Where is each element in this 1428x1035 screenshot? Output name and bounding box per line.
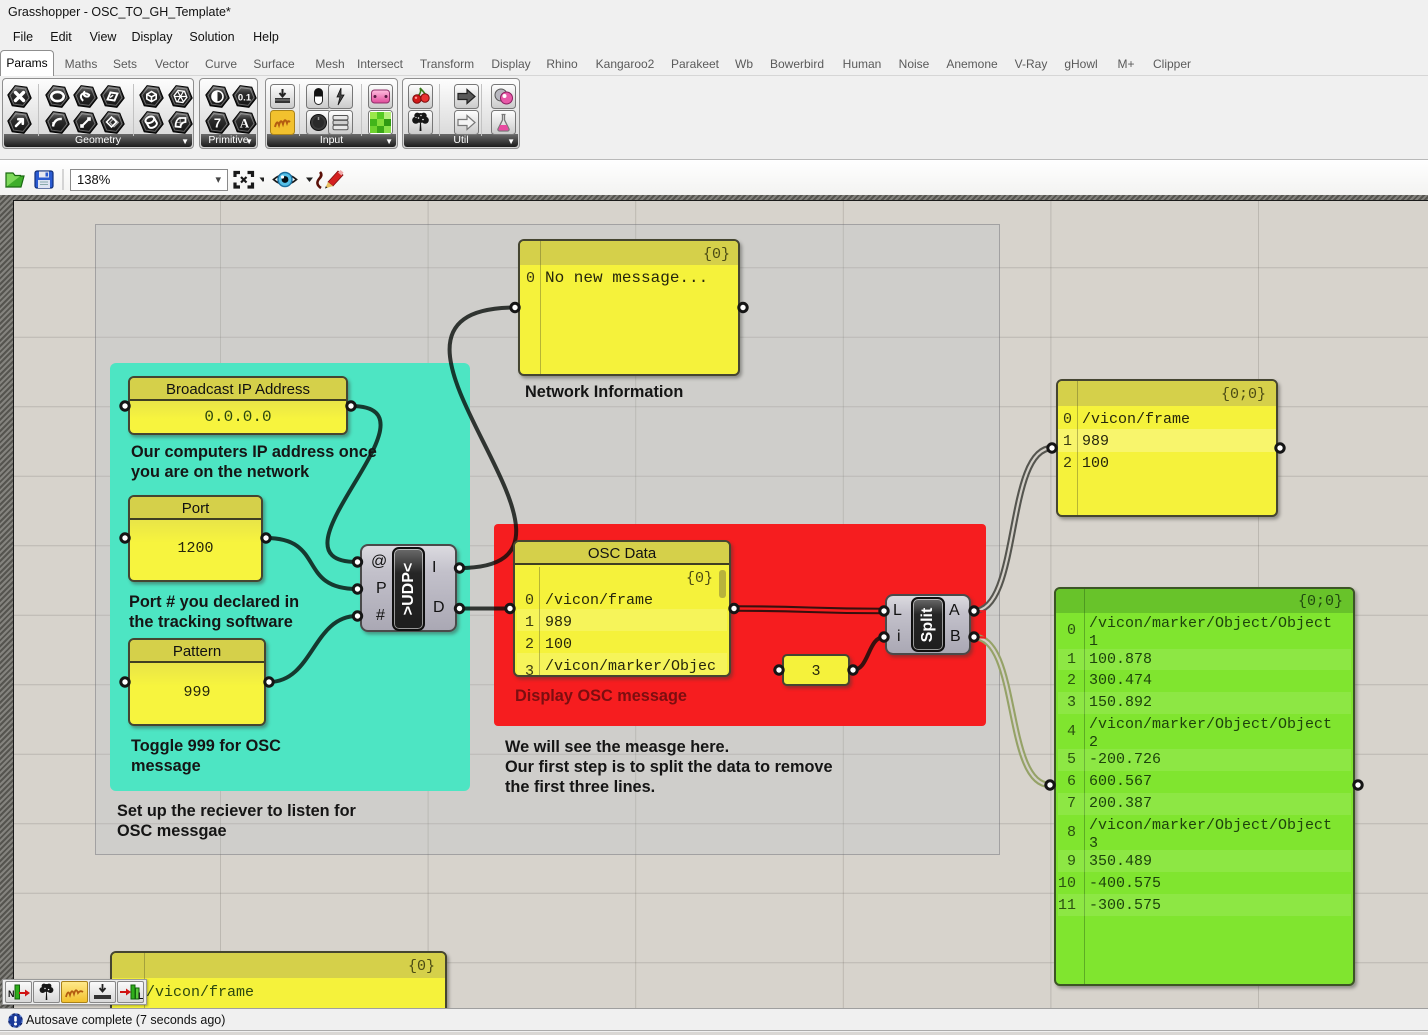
- svg-text:7: 7: [214, 116, 221, 131]
- svg-text:N: N: [8, 989, 15, 999]
- svg-text:L: L: [138, 991, 143, 1001]
- svg-text:0.1: 0.1: [238, 93, 252, 104]
- svg-text:A: A: [240, 116, 250, 131]
